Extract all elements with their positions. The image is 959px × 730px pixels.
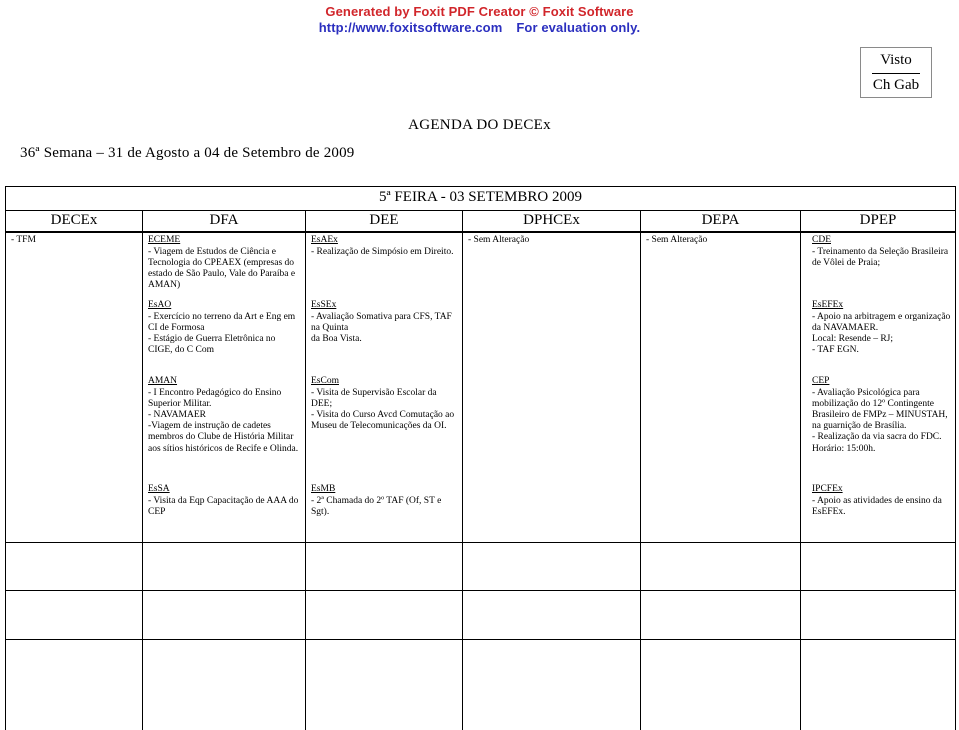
- cell-dee-3-text: - Visita de Supervisão Escolar da DEE; -…: [311, 387, 455, 432]
- cell-dee-1-text: - Realização de Simpósio em Direito.: [311, 246, 454, 257]
- cell-dpep-1: CDE - Treinamento da Seleção Brasileira …: [800, 232, 956, 299]
- cell-dee-4-org: EsMB: [311, 484, 336, 495]
- cell-dphcex-3: [462, 374, 641, 483]
- cell-dfa-2-org: EsAO: [148, 300, 172, 311]
- visto-label: Visto: [880, 52, 912, 68]
- visto-signature-box: Visto Ch Gab: [860, 47, 932, 98]
- table-row: AMAN - I Encontro Pedagógico do Ensino S…: [5, 374, 956, 483]
- page-title: AGENDA DO DECEx: [408, 117, 551, 133]
- cell-dphcex-1: - Sem Alteração: [462, 232, 641, 299]
- table-empty-row: [5, 542, 956, 591]
- column-header-dfa: DFA: [142, 209, 306, 234]
- cell-dpep-3-org: CEP: [812, 376, 830, 387]
- cell-dee-4: EsMB - 2ª Chamada do 2º TAF (Of, ST e Sg…: [305, 482, 463, 543]
- foxit-watermark-banner: Generated by Foxit PDF Creator © Foxit S…: [0, 4, 959, 37]
- empty-cell-1: [5, 542, 143, 591]
- cell-dfa-2: EsAO - Exercício no terreno da Art e Eng…: [142, 298, 306, 375]
- empty2-cell-1: [5, 591, 143, 640]
- cell-dphcex-1-text: - Sem Alteração: [468, 235, 530, 246]
- table-empty-row: [5, 639, 956, 730]
- cell-dee-3-org: EsCom: [311, 376, 339, 387]
- table-row: EsSA - Visita da Eqp Capacitação de AAA …: [5, 482, 956, 543]
- foxit-watermark-note: For evaluation only.: [516, 20, 641, 36]
- cell-dee-3: EsCom - Visita de Supervisão Escolar da …: [305, 374, 463, 483]
- cell-dphcex-2: [462, 298, 641, 375]
- empty3-cell-6: [800, 639, 956, 730]
- cell-dee-1-org: EsAEx: [311, 235, 338, 246]
- table-empty-row: [5, 591, 956, 640]
- cell-dphcex-4: [462, 482, 641, 543]
- empty2-cell-2: [142, 591, 306, 640]
- cell-dee-2: EsSEx - Avaliação Somativa para CFS, TAF…: [305, 298, 463, 375]
- empty-cell-6: [800, 542, 956, 591]
- empty3-cell-2: [142, 639, 306, 730]
- cell-depa-3: [640, 374, 801, 483]
- empty3-cell-5: [640, 639, 801, 730]
- empty-cell-3: [305, 542, 463, 591]
- empty2-cell-3: [305, 591, 463, 640]
- empty-cell-5: [640, 542, 801, 591]
- empty-cell-4: [462, 542, 641, 591]
- table-day-header-row: 5ª FEIRA - 03 SETEMBRO 2009: [5, 186, 956, 211]
- day-header-cell: 5ª FEIRA - 03 SETEMBRO 2009: [5, 186, 956, 211]
- cell-dpep-4-text: - Apoio as atividades de ensino da EsEFE…: [812, 495, 942, 517]
- cell-depa-4: [640, 482, 801, 543]
- cell-dee-2-org: EsSEx: [311, 300, 337, 311]
- table-row: - TFM ECEME - Viagem de Estudos de Ciênc…: [5, 232, 956, 299]
- cell-dee-1: EsAEx - Realização de Simpósio em Direit…: [305, 232, 463, 299]
- empty-cell-2: [142, 542, 306, 591]
- empty2-cell-4: [462, 591, 641, 640]
- cell-dfa-1: ECEME - Viagem de Estudos de Ciência e T…: [142, 232, 306, 299]
- cell-dpep-4-org: IPCFEx: [812, 484, 843, 495]
- cell-decex-3: [5, 374, 143, 483]
- cell-dfa-3: AMAN - I Encontro Pedagógico do Ensino S…: [142, 374, 306, 483]
- cell-dee-4-text: - 2ª Chamada do 2º TAF (Of, ST e Sgt).: [311, 495, 442, 517]
- cell-dfa-2-text: - Exercício no terreno da Art e Eng em C…: [148, 311, 296, 356]
- empty2-cell-6: [800, 591, 956, 640]
- cell-dpep-1-org: CDE: [812, 235, 831, 246]
- foxit-watermark-url: http://www.foxitsoftware.com: [318, 20, 503, 36]
- cell-dfa-3-text: - I Encontro Pedagógico do Ensino Superi…: [148, 387, 299, 454]
- signature-rule: [872, 72, 920, 74]
- cell-depa-2: [640, 298, 801, 375]
- cell-dpep-3: CEP - Avaliação Psicológica para mobiliz…: [800, 374, 956, 483]
- cell-decex-4: [5, 482, 143, 543]
- visto-signature-label: Ch Gab: [872, 76, 920, 93]
- agenda-table: 5ª FEIRA - 03 SETEMBRO 2009 DECEx DFA DE…: [5, 186, 956, 730]
- cell-dfa-4-text: - Visita da Eqp Capacitação de AAA do CE…: [148, 495, 299, 517]
- cell-dfa-1-text: - Viagem de Estudos de Ciência e Tecnolo…: [148, 246, 296, 291]
- column-header-dee: DEE: [305, 209, 463, 234]
- cell-decex-2: [5, 298, 143, 375]
- column-header-decex: DECEx: [5, 209, 143, 234]
- column-header-dphcex: DPHCEx: [462, 209, 641, 234]
- cell-decex-1: - TFM: [5, 232, 143, 299]
- cell-dee-2-text: - Avaliação Somativa para CFS, TAF na Qu…: [311, 311, 452, 344]
- cell-dpep-3-text: - Avaliação Psicológica para mobilização…: [812, 387, 948, 454]
- cell-dpep-4: IPCFEx - Apoio as atividades de ensino d…: [800, 482, 956, 543]
- foxit-watermark-line1: Generated by Foxit PDF Creator © Foxit S…: [325, 4, 634, 19]
- cell-dfa-3-org: AMAN: [148, 376, 178, 387]
- empty3-cell-3: [305, 639, 463, 730]
- cell-dpep-2: EsEFEx - Apoio na arbitragem e organizaç…: [800, 298, 956, 375]
- cell-dpep-1-text: - Treinamento da Seleção Brasileira de V…: [812, 246, 949, 268]
- column-header-depa: DEPA: [640, 209, 801, 234]
- column-header-dpep: DPEP: [800, 209, 956, 234]
- cell-dfa-4-org: EsSA: [148, 484, 170, 495]
- cell-dfa-4: EsSA - Visita da Eqp Capacitação de AAA …: [142, 482, 306, 543]
- cell-dpep-2-text: - Apoio na arbitragem e organização da N…: [812, 311, 951, 356]
- cell-dfa-1-org: ECEME: [148, 235, 181, 246]
- cell-dpep-2-org: EsEFEx: [812, 300, 844, 311]
- foxit-watermark-line2: http://www.foxitsoftware.com For evaluati…: [0, 20, 959, 36]
- empty3-cell-4: [462, 639, 641, 730]
- empty3-cell-1: [5, 639, 143, 730]
- cell-depa-1-text: - Sem Alteração: [646, 235, 708, 246]
- table-row: EsAO - Exercício no terreno da Art e Eng…: [5, 298, 956, 375]
- cell-depa-1: - Sem Alteração: [640, 232, 801, 299]
- empty2-cell-5: [640, 591, 801, 640]
- table-column-header-row: DECEx DFA DEE DPHCEx DEPA DPEP: [5, 209, 956, 234]
- cell-decex-1-text: - TFM: [11, 235, 36, 246]
- week-range-label: 36ª Semana – 31 de Agosto a 04 de Setemb…: [20, 145, 355, 161]
